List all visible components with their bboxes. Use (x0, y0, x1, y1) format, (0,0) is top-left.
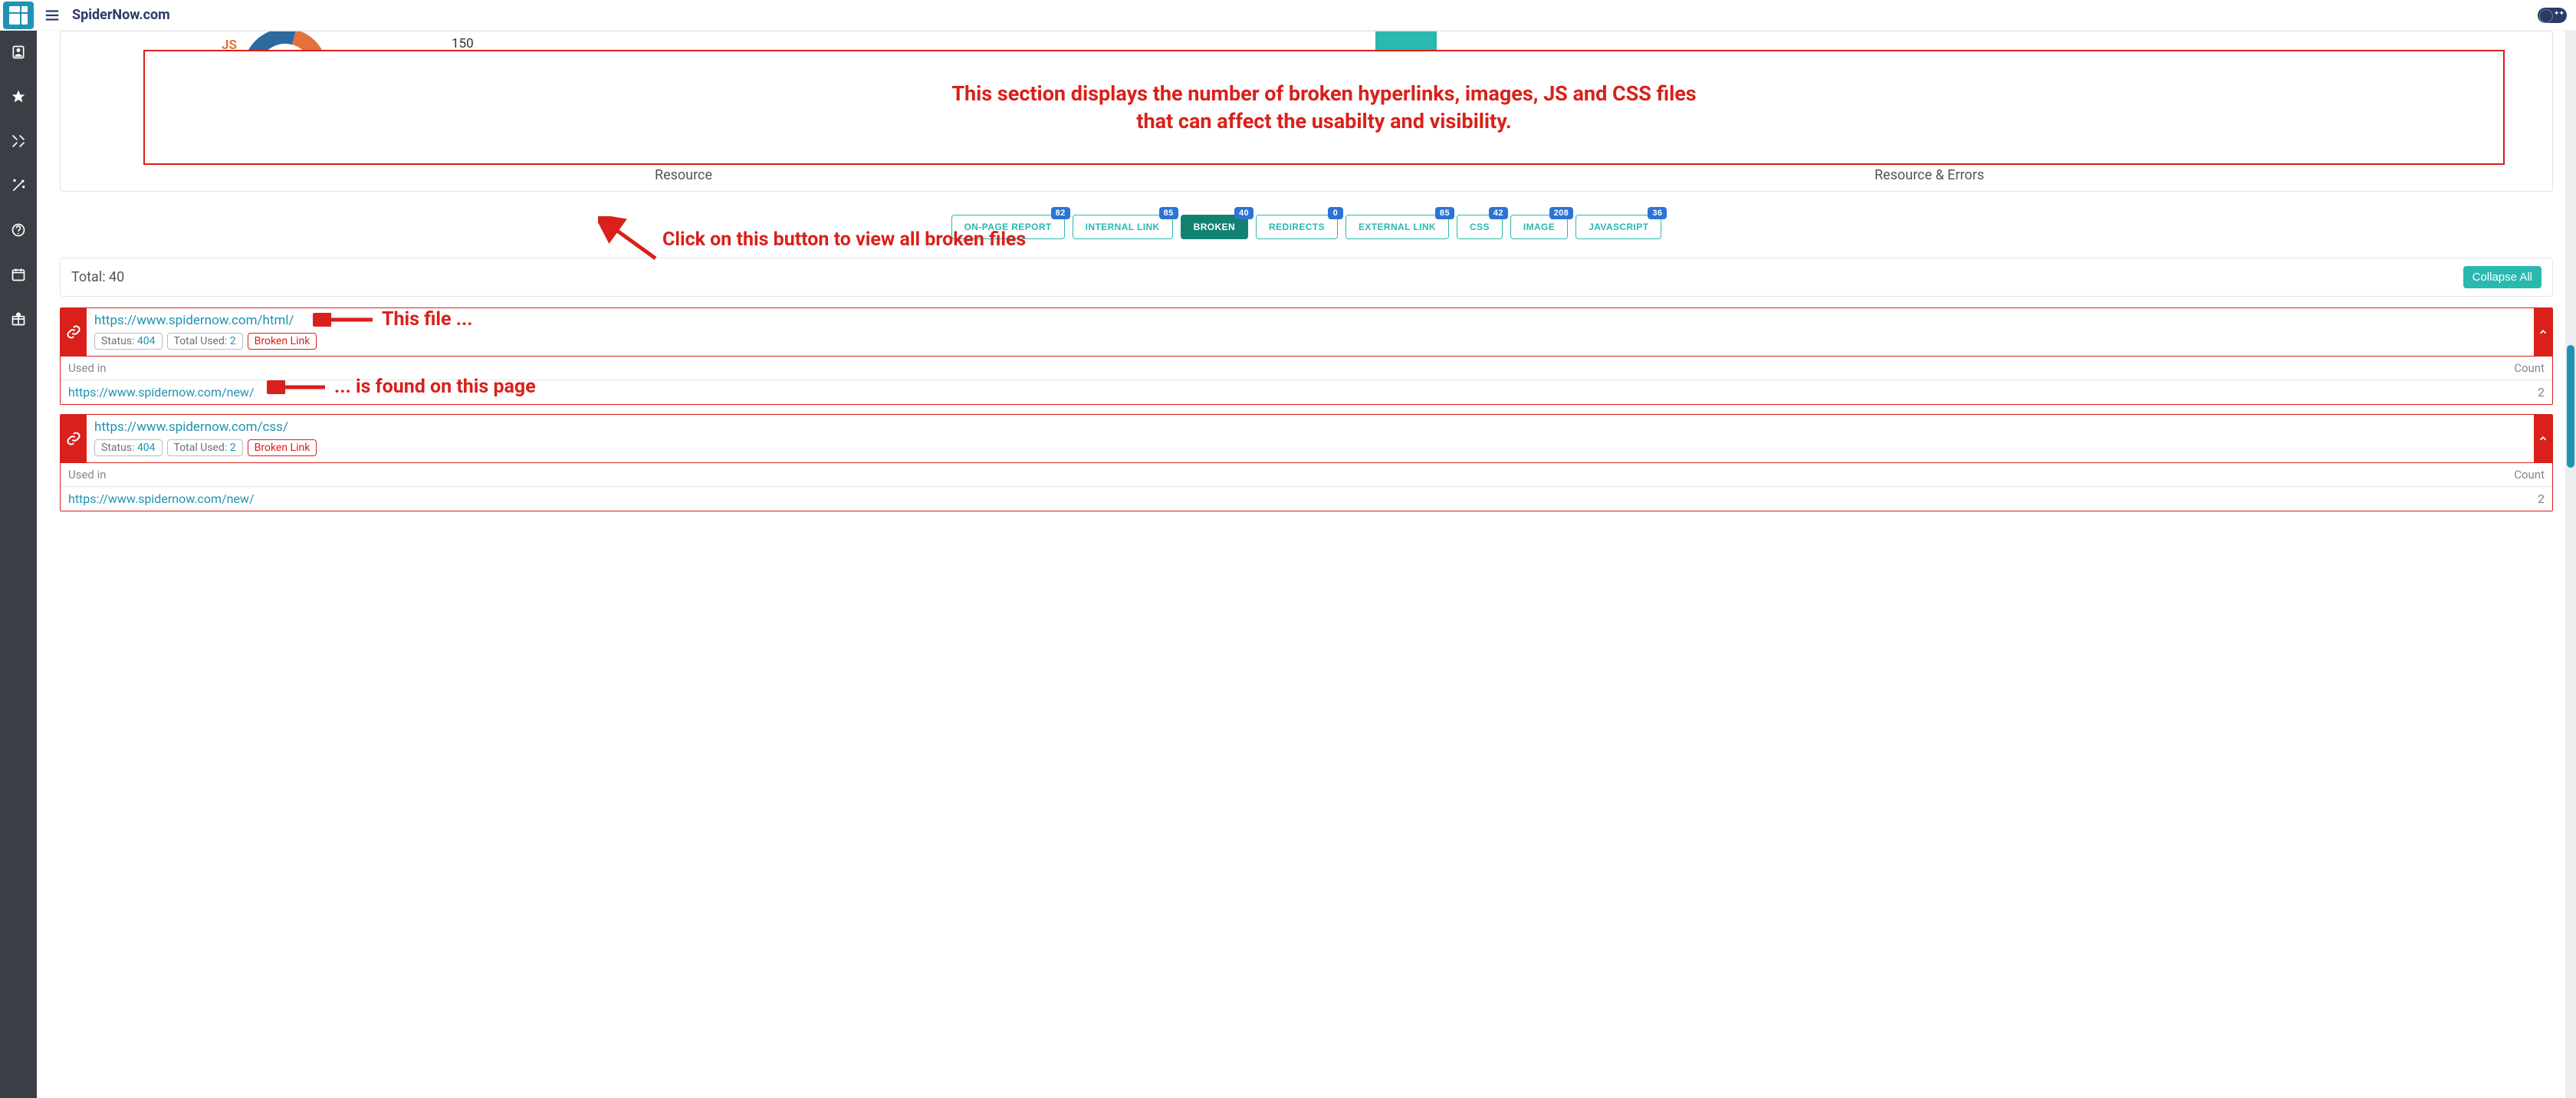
used-in-page[interactable]: https://www.spidernow.com/new/ (68, 385, 255, 399)
filter-count-badge: 85 (1159, 207, 1178, 219)
sidebar-item-profile[interactable] (3, 37, 34, 67)
status-chip: Status: 404 (94, 333, 163, 350)
filter-count-badge: 36 (1648, 207, 1667, 219)
broken-entries-list: https://www.spidernow.com/html/Status: 4… (60, 307, 2553, 511)
sidebar-item-calendar[interactable] (3, 259, 34, 290)
filter-btn-javascript[interactable]: Javascript36 (1576, 215, 1661, 239)
moon-stars-icon: ✦✦ (2554, 10, 2564, 18)
sidebar-item-tools[interactable] (3, 126, 34, 156)
total-label: Total: 40 (71, 269, 124, 285)
collapse-toggle[interactable] (2534, 415, 2552, 462)
user-icon (11, 44, 26, 60)
filter-count-badge: 0 (1328, 207, 1343, 219)
used-in-count: 2 (2538, 491, 2545, 506)
content-area: JS 150 Resource 0 Resou (37, 31, 2576, 1098)
used-in-page[interactable]: https://www.spidernow.com/new/ (68, 491, 255, 506)
chart-caption-left: Resource (61, 161, 1306, 191)
filter-btn-css[interactable]: CSS42 (1457, 215, 1503, 239)
wand-icon (11, 178, 26, 193)
filter-count-badge: 40 (1234, 207, 1254, 219)
annotation-overlay: This section displays the number of brok… (143, 50, 2505, 165)
used-in-count: 2 (2538, 385, 2545, 399)
used-in-row: https://www.spidernow.com/new/2 (61, 380, 2552, 404)
broken-link-chip: Broken Link (248, 439, 317, 456)
dark-mode-toggle[interactable]: ✦✦ (2538, 8, 2567, 23)
scrollbar-thumb[interactable] (2567, 345, 2574, 468)
filter-btn-on-page-report[interactable]: On-Page Report82 (951, 215, 1065, 239)
total-used-chip: Total Used: 2 (167, 439, 243, 456)
sidebar-item-help[interactable] (3, 215, 34, 245)
resources-chart-card: JS 150 Resource 0 Resou (60, 31, 2553, 192)
annotation-text: that can affect the usabilty and visibil… (1136, 107, 1511, 135)
filter-count-badge: 82 (1051, 207, 1070, 219)
filter-count-badge: 85 (1435, 207, 1454, 219)
filter-btn-redirects[interactable]: Redirects0 (1256, 215, 1338, 239)
sidebar-item-favorites[interactable] (3, 81, 34, 112)
gift-icon (11, 311, 26, 327)
total-used-chip: Total Used: 2 (167, 333, 243, 350)
filter-count-badge: 42 (1489, 207, 1508, 219)
menu-button[interactable] (37, 0, 67, 31)
broken-entry: https://www.spidernow.com/html/Status: 4… (60, 307, 2553, 405)
topbar-left: SpiderNow.com (0, 0, 170, 31)
used-in-row: https://www.spidernow.com/new/2 (61, 486, 2552, 511)
star-icon (11, 89, 26, 104)
filter-bar: On-Page Report82 Internal Link85 Broken40 R… (60, 215, 2553, 239)
filter-count-badge: 208 (1549, 207, 1574, 219)
apps-button[interactable] (3, 2, 34, 29)
hamburger-icon (44, 7, 61, 24)
collapse-toggle[interactable] (2534, 308, 2552, 356)
brand-name: SpiderNow.com (72, 7, 170, 23)
status-chip: Status: 404 (94, 439, 163, 456)
used-in-header: Used inCount (61, 356, 2552, 380)
entry-url[interactable]: https://www.spidernow.com/css/ (94, 419, 2526, 435)
broken-entry: https://www.spidernow.com/css/Status: 40… (60, 414, 2553, 511)
filter-btn-external-link[interactable]: External Link85 (1346, 215, 1449, 239)
annotation-text: This section displays the number of brok… (951, 80, 1696, 107)
broken-link-chip: Broken Link (248, 333, 317, 350)
collapse-all-button[interactable]: Collapse All (2463, 266, 2542, 288)
used-in-header: Used inCount (61, 462, 2552, 486)
link-icon (61, 415, 87, 462)
total-row: Total: 40 Collapse All (60, 258, 2553, 297)
filter-btn-broken[interactable]: Broken40 (1181, 215, 1248, 239)
chart-caption-right: Resource & Errors (1306, 161, 2552, 191)
sidebar-item-gift[interactable] (3, 304, 34, 334)
help-icon (11, 222, 26, 238)
filter-btn-image[interactable]: Image208 (1510, 215, 1568, 239)
sidebar (0, 0, 37, 1098)
apps-icon (9, 6, 28, 25)
entry-url[interactable]: https://www.spidernow.com/html/ (94, 313, 2526, 328)
filter-btn-internal-link[interactable]: Internal Link85 (1073, 215, 1173, 239)
scrollbar[interactable] (2565, 31, 2576, 1098)
sidebar-item-magic[interactable] (3, 170, 34, 201)
link-icon (61, 308, 87, 356)
calendar-icon (11, 267, 26, 282)
axis-tick: 150 (452, 36, 474, 51)
tools-icon (11, 133, 26, 149)
topbar: SpiderNow.com ✦✦ (0, 0, 2576, 31)
